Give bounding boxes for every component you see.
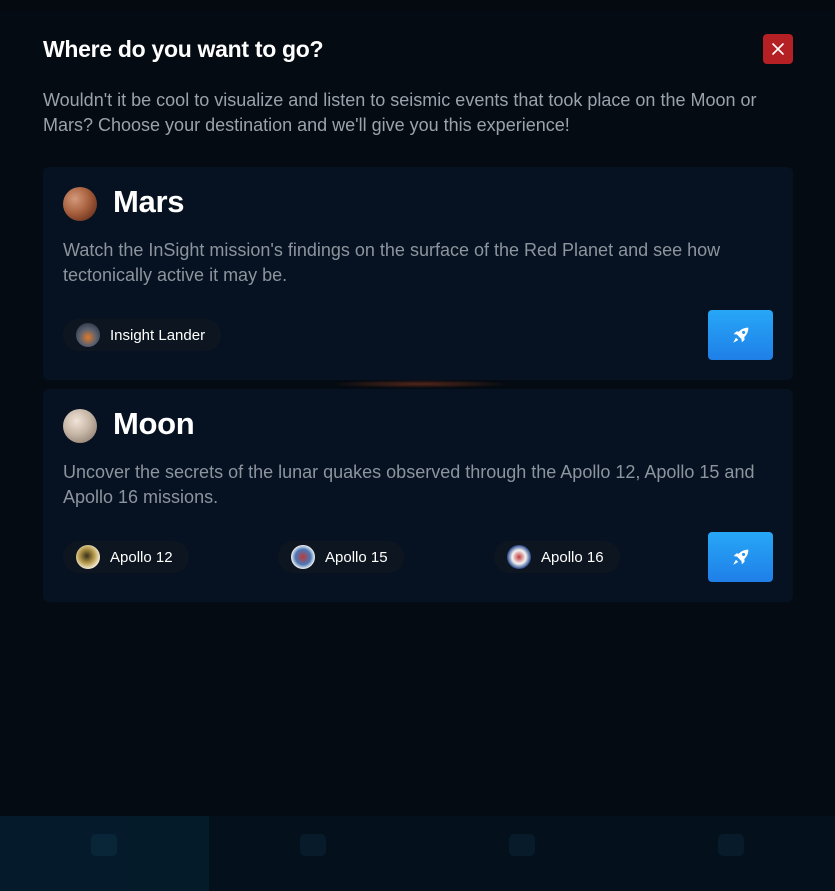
mission-chip-apollo-16[interactable]: Apollo 16	[494, 541, 620, 573]
bottom-nav-tab[interactable]	[0, 816, 209, 891]
moon-planet-icon	[63, 409, 97, 443]
destination-modal: Where do you want to go? Wouldn't it be …	[0, 10, 835, 820]
apollo-12-patch-icon	[76, 545, 100, 569]
apollo-16-patch-icon	[507, 545, 531, 569]
go-to-moon-button[interactable]	[708, 532, 773, 582]
nav-tab-icon	[91, 834, 118, 856]
bottom-nav-tab[interactable]	[626, 816, 835, 891]
close-icon	[772, 43, 784, 55]
card-glow	[330, 380, 510, 388]
mars-planet-icon	[63, 187, 97, 221]
modal-intro: Wouldn't it be cool to visualize and lis…	[43, 90, 757, 135]
app-background: Where do you want to go? Wouldn't it be …	[0, 0, 835, 891]
bottom-nav-tab[interactable]	[209, 816, 418, 891]
mission-chip-apollo-15[interactable]: Apollo 15	[278, 541, 404, 573]
nav-tab-icon	[717, 834, 744, 856]
mission-chip-label: Apollo 12	[110, 548, 173, 566]
close-button[interactable]	[763, 34, 793, 64]
destination-card-mars: Mars Watch the InSight mission's finding…	[43, 167, 793, 380]
apollo-15-patch-icon	[291, 545, 315, 569]
insight-lander-badge-icon	[76, 323, 100, 347]
bottom-nav	[0, 816, 835, 891]
destination-title: Moon	[113, 406, 195, 441]
mission-chip-insight-lander[interactable]: Insight Lander	[63, 319, 222, 351]
mission-chip-label: Apollo 15	[325, 548, 388, 566]
bottom-nav-tab[interactable]	[418, 816, 627, 891]
destination-title: Mars	[113, 184, 185, 219]
go-to-mars-button[interactable]	[708, 310, 773, 360]
mission-chip-label: Apollo 16	[541, 548, 604, 566]
destination-card-moon: Moon Uncover the secrets of the lunar qu…	[43, 389, 793, 602]
mission-chip-apollo-12[interactable]: Apollo 12	[63, 541, 189, 573]
rocket-icon	[732, 327, 748, 343]
modal-title: Where do you want to go?	[43, 36, 324, 62]
destination-description: Watch the InSight mission's findings on …	[63, 240, 721, 285]
nav-tab-icon	[508, 834, 535, 856]
nav-tab-icon	[300, 834, 327, 856]
mission-chip-label: Insight Lander	[110, 326, 206, 344]
destination-description: Uncover the secrets of the lunar quakes …	[63, 462, 755, 507]
rocket-icon	[732, 549, 748, 565]
